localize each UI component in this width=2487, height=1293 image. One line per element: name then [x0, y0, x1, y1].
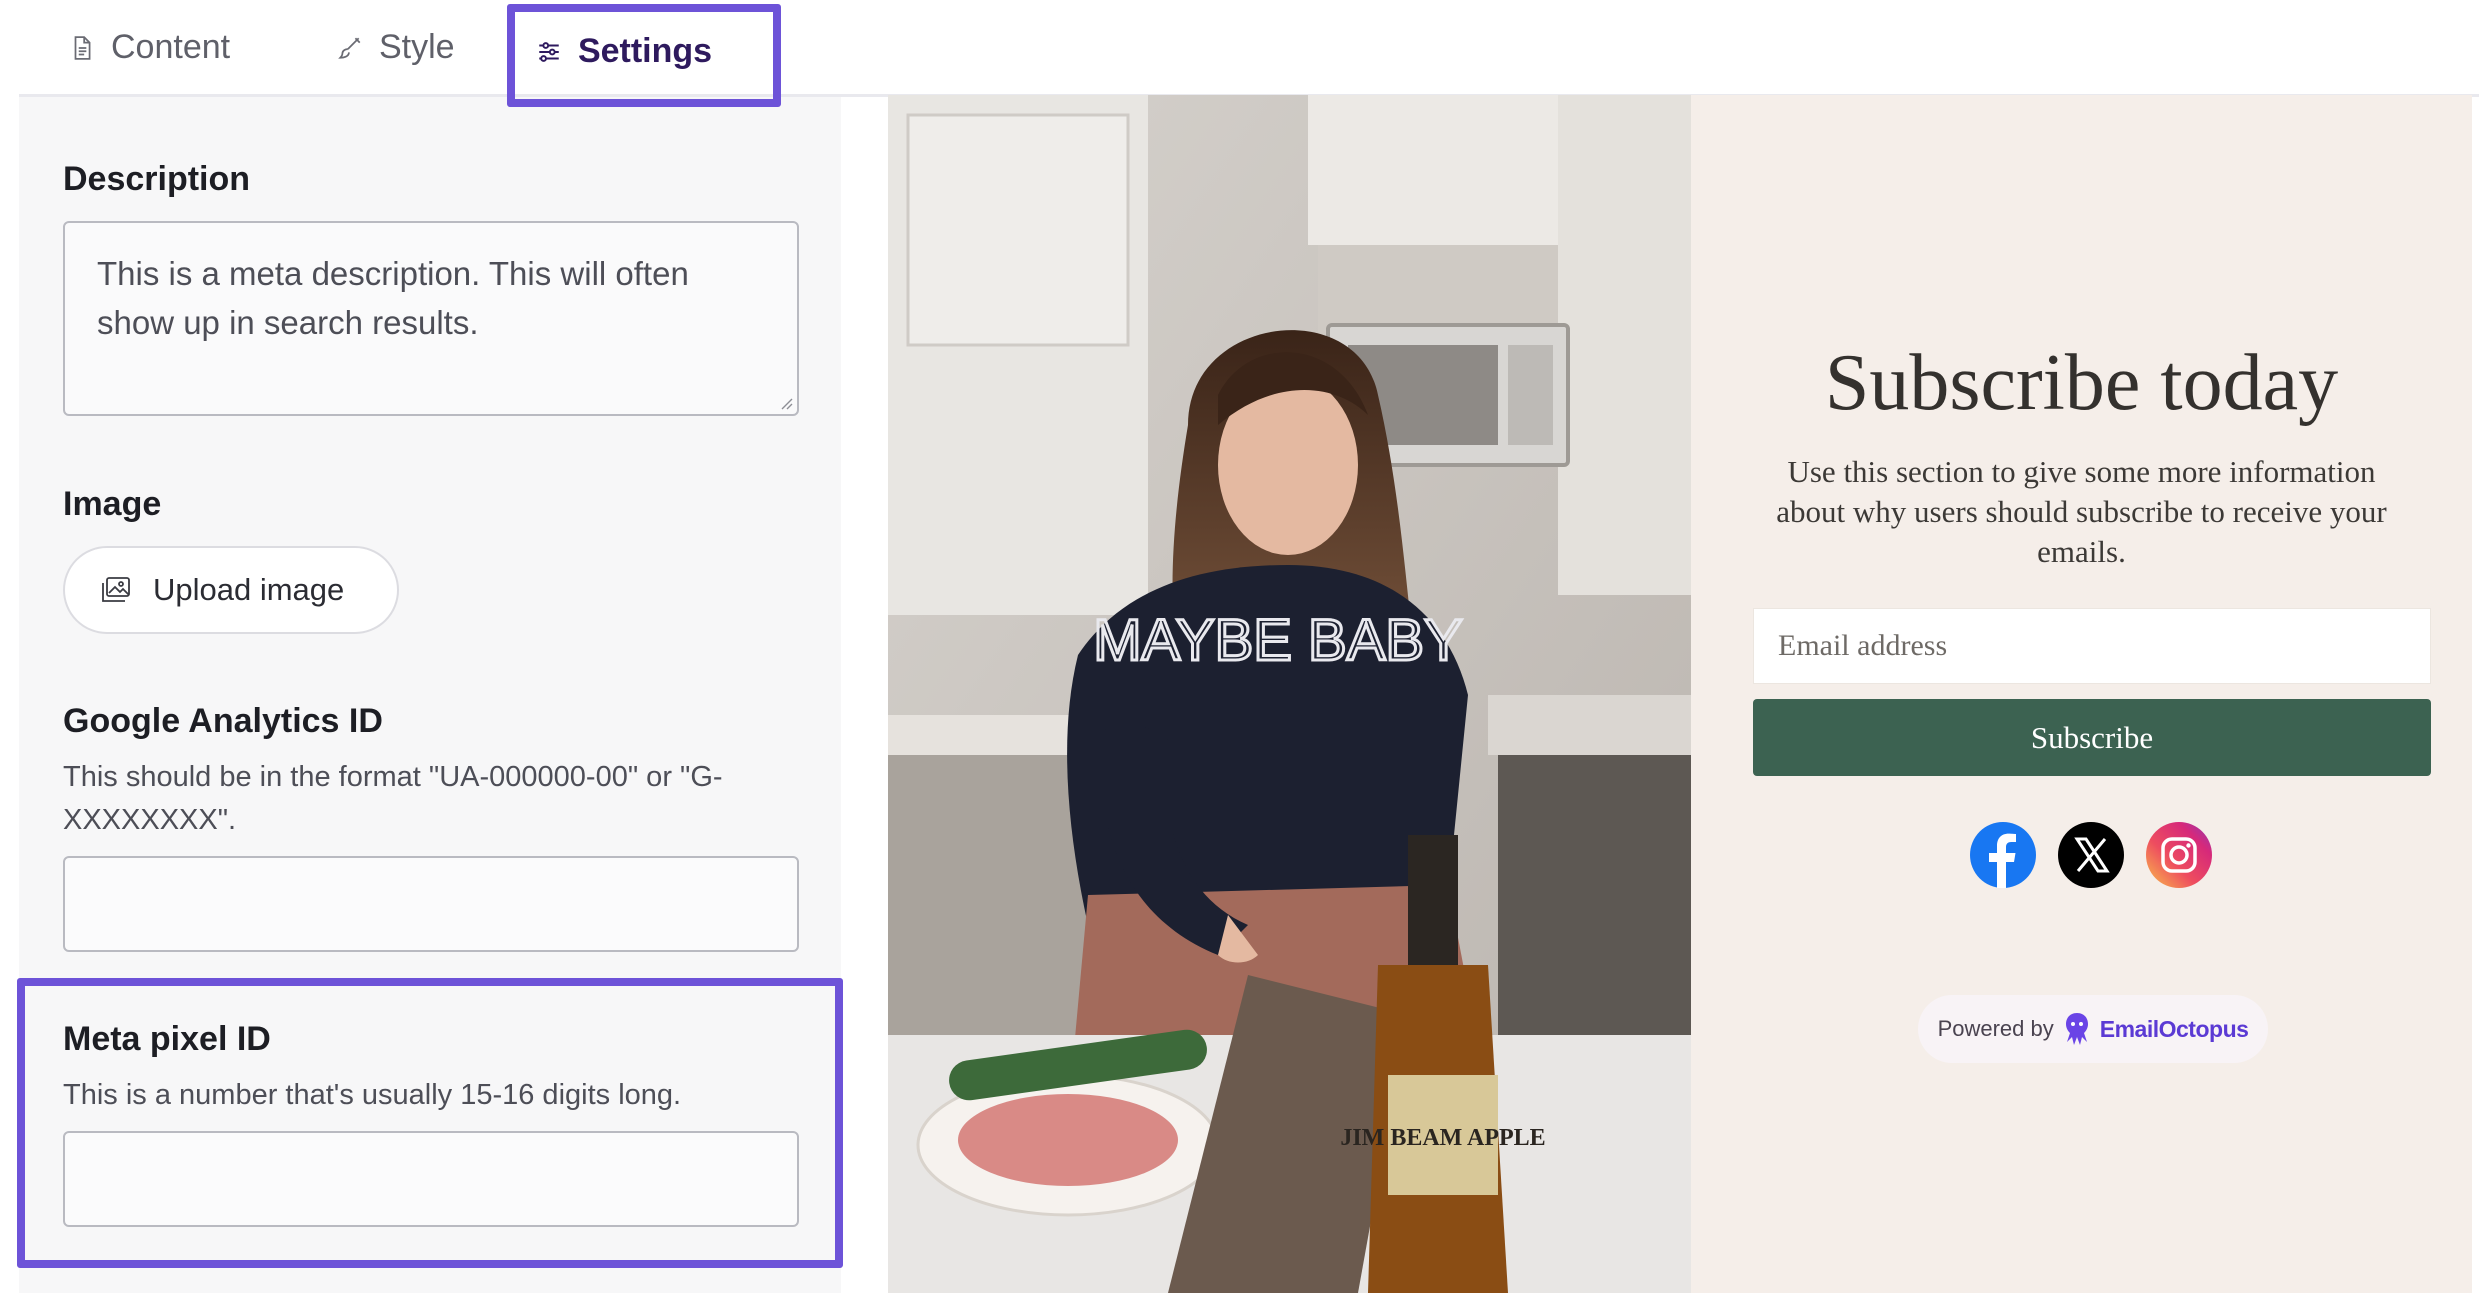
facebook-icon[interactable]: [1970, 822, 2036, 888]
ga-id-input[interactable]: [63, 856, 799, 952]
hero-photo: MAYBE BABY JIM BEAM APPLE: [888, 95, 1691, 1293]
image-label: Image: [63, 485, 162, 523]
subscribe-button[interactable]: Subscribe: [1753, 699, 2431, 776]
description-label: Description: [63, 160, 251, 198]
kitchen-photo-illustration: MAYBE BABY JIM BEAM APPLE: [888, 95, 1691, 1293]
description-textarea[interactable]: This is a meta description. This will of…: [63, 221, 799, 416]
tab-style[interactable]: Style: [337, 0, 455, 95]
meta-pixel-highlight: [17, 978, 843, 1268]
ga-label: Google Analytics ID: [63, 702, 383, 740]
settings-tab-highlight: [507, 4, 781, 107]
subscribe-body: Use this section to give some more infor…: [1776, 454, 2387, 569]
image-icon: [102, 577, 130, 602]
tab-content[interactable]: Content: [69, 0, 230, 95]
subscribe-title: Subscribe today: [1824, 339, 2339, 427]
octopus-icon: [2065, 1013, 2088, 1045]
emailoctopus-brand: EmailOctopus: [2099, 1015, 2249, 1042]
tab-content-label: Content: [111, 28, 231, 66]
editor-tabs: Content Style: [19, 0, 2487, 95]
instagram-icon[interactable]: [2146, 822, 2212, 888]
ga-help-text: This should be in the format "UA-000000-…: [63, 761, 723, 836]
subscribe-panel: [1691, 95, 2472, 1293]
powered-by-text: Powered by: [1937, 1016, 2054, 1041]
bottle-label: JIM BEAM APPLE: [1340, 1125, 1545, 1151]
description-text: This is a meta description. This will of…: [97, 255, 689, 341]
sweater-text: MAYBE BABY: [1093, 608, 1463, 673]
document-icon: [74, 35, 91, 60]
x-icon[interactable]: [2058, 822, 2124, 888]
email-placeholder: Email address: [1778, 629, 1948, 662]
brush-icon: [338, 37, 361, 59]
email-field[interactable]: Email address: [1753, 608, 2431, 684]
tab-style-label: Style: [379, 28, 455, 66]
resize-handle-icon[interactable]: [779, 396, 793, 410]
upload-image-button[interactable]: Upload image: [63, 546, 399, 634]
upload-image-label: Upload image: [153, 572, 345, 607]
powered-by-badge[interactable]: Powered by EmailOctopus: [1918, 995, 2268, 1063]
